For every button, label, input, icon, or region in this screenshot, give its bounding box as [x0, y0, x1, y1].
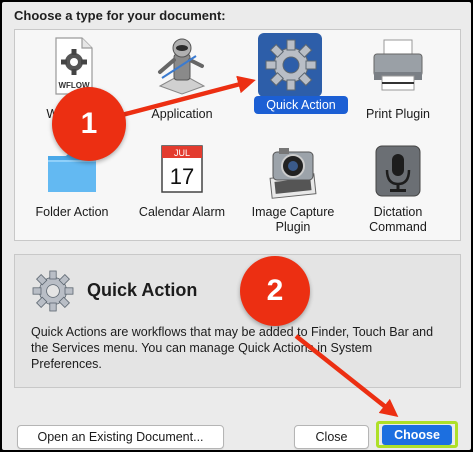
type-label: Print Plugin	[366, 107, 430, 121]
type-label-line2: Plugin	[275, 220, 311, 234]
type-image-capture-plugin[interactable]: Image Capture Plugin	[240, 142, 346, 238]
type-label-line2: Command	[369, 220, 427, 234]
type-label: Calendar Alarm	[138, 205, 226, 219]
printer-icon	[373, 39, 423, 91]
type-label: Folder Action	[35, 205, 109, 219]
type-label: Quick Action	[254, 96, 348, 114]
description-text: Quick Actions are workflows that may be …	[31, 325, 434, 371]
new-document-dialog: Choose a type for your document: WFLOW W…	[2, 2, 471, 450]
step-1-badge: 1	[52, 87, 126, 161]
description-panel: Quick Action Quick Actions are workflows…	[14, 254, 461, 388]
open-existing-document-button[interactable]: Open an Existing Document...	[17, 425, 224, 449]
type-label-line1: Dictation	[373, 205, 423, 219]
calendar-icon: JUL 17	[161, 145, 203, 193]
gear-icon	[32, 270, 74, 312]
type-label-line1: Image Capture	[251, 205, 335, 219]
camera-icon	[269, 148, 317, 199]
calendar-day: 17	[170, 164, 194, 189]
close-button[interactable]: Close	[294, 425, 369, 449]
automator-robot-icon	[158, 38, 206, 95]
type-quick-action[interactable]: Quick Action	[240, 30, 348, 120]
gear-icon	[265, 39, 317, 91]
microphone-icon	[375, 145, 421, 197]
choose-button[interactable]: Choose	[382, 425, 452, 445]
type-label: Application	[151, 107, 213, 121]
step-2-badge: 2	[240, 256, 310, 326]
type-print-plugin[interactable]: Print Plugin	[345, 36, 451, 126]
dialog-heading: Choose a type for your document:	[14, 8, 226, 23]
calendar-month: JUL	[174, 148, 190, 158]
type-application[interactable]: Application	[129, 36, 235, 126]
type-dictation-command[interactable]: Dictation Command	[345, 142, 451, 238]
type-calendar-alarm[interactable]: JUL 17 Calendar Alarm	[129, 142, 235, 238]
description-title: Quick Action	[87, 280, 198, 300]
